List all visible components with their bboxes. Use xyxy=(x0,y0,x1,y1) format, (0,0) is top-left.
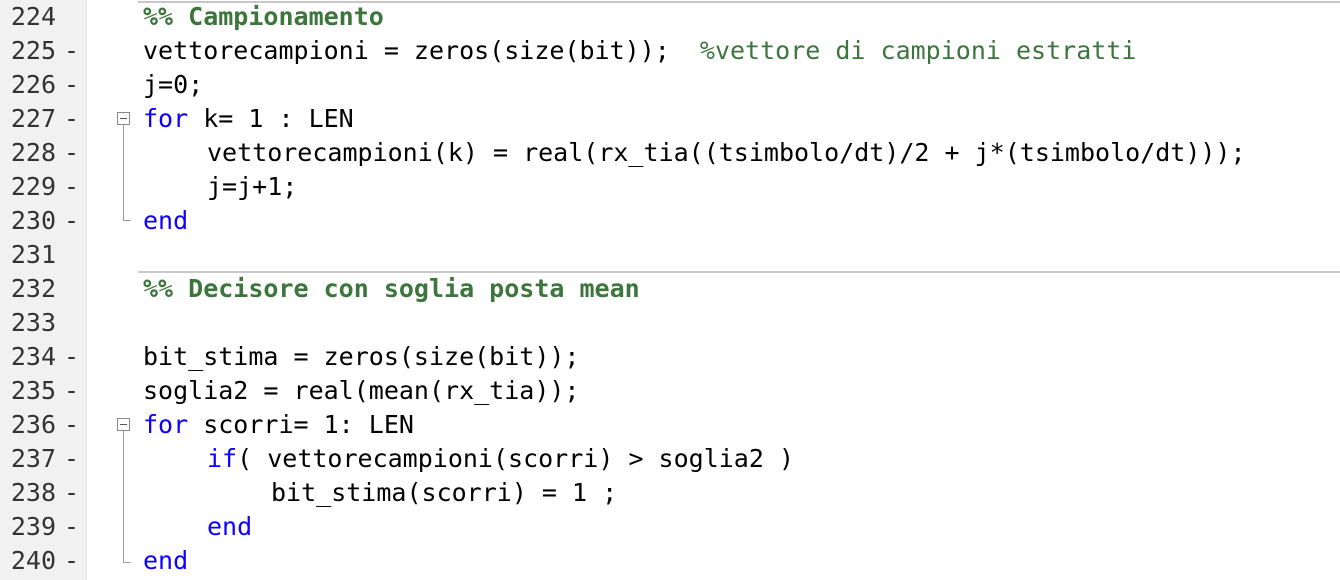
line-number: 235 xyxy=(10,376,56,405)
code-token: soglia2 = real(mean(rx_tia)); xyxy=(143,376,580,405)
code-token: ( vettorecampioni(scorri) > soglia2 ) xyxy=(237,444,795,473)
code-token: bit_stima = zeros(size(bit)); xyxy=(143,342,580,371)
code-text[interactable]: soglia2 = real(mean(rx_tia)); xyxy=(143,374,580,408)
section-title: %% Campionamento xyxy=(143,2,384,31)
code-line[interactable]: 240- end xyxy=(0,544,1340,578)
code-line[interactable]: 238- bit_stima(scorri) = 1 ; xyxy=(0,476,1340,510)
code-line[interactable]: 231 xyxy=(0,238,1340,272)
code-token: j=j+1; xyxy=(207,172,298,201)
breakpoint-marker[interactable]: - xyxy=(64,170,79,204)
line-number: 238 xyxy=(10,478,56,507)
code-text[interactable]: %% Campionamento xyxy=(143,0,384,34)
line-number: 233 xyxy=(10,308,56,337)
keyword-token: end xyxy=(143,206,189,235)
code-text[interactable]: bit_stima(scorri) = 1 ; xyxy=(271,476,617,510)
breakpoint-marker[interactable]: - xyxy=(64,510,79,544)
line-number: 230 xyxy=(10,206,56,235)
breakpoint-marker[interactable]: - xyxy=(64,374,79,408)
line-number: 236 xyxy=(10,410,56,439)
code-text[interactable]: vettorecampioni = zeros(size(bit)); %vet… xyxy=(143,34,1136,68)
breakpoint-marker[interactable]: - xyxy=(64,136,79,170)
code-line[interactable]: 237- if( vettorecampioni(scorri) > soglia… xyxy=(0,442,1340,476)
code-editor[interactable]: 224%% Campionamento 225- vettorecampioni =… xyxy=(0,0,1340,580)
code-text[interactable]: %% Decisore con soglia posta mean xyxy=(143,272,640,306)
comment-token: %vettore di campioni estratti xyxy=(699,36,1137,65)
code-text[interactable]: vettorecampioni(k) = real(rx_tia((tsimbo… xyxy=(207,136,1246,170)
line-number: 231 xyxy=(10,240,56,269)
line-number: 226 xyxy=(10,70,56,99)
breakpoint-marker[interactable]: - xyxy=(64,204,79,238)
code-text[interactable]: j=j+1; xyxy=(207,170,297,204)
breakpoint-marker[interactable]: - xyxy=(64,408,79,442)
line-number: 240 xyxy=(10,546,56,575)
line-number: 225 xyxy=(10,36,56,65)
breakpoint-marker[interactable]: - xyxy=(64,340,79,374)
code-line[interactable]: 239- end xyxy=(0,510,1340,544)
line-number: 234 xyxy=(10,342,56,371)
code-line[interactable]: 230- end xyxy=(0,204,1340,238)
code-line[interactable]: 226- j=0; xyxy=(0,68,1340,102)
keyword-token: end xyxy=(207,512,253,541)
code-line[interactable]: 228- vettorecampioni(k) = real(rx_tia((ts… xyxy=(0,136,1340,170)
code-text[interactable]: bit_stima = zeros(size(bit)); xyxy=(143,340,580,374)
line-number: 229 xyxy=(10,172,56,201)
line-number: 239 xyxy=(10,512,56,541)
code-text[interactable]: for scorri= 1: LEN xyxy=(143,408,414,442)
line-number: 232 xyxy=(10,274,56,303)
section-title: %% Decisore con soglia posta mean xyxy=(143,274,640,303)
code-line[interactable]: 224 %% Campionamento xyxy=(0,0,1340,34)
breakpoint-marker[interactable]: - xyxy=(64,476,79,510)
code-text[interactable]: for k= 1 : LEN xyxy=(143,102,354,136)
code-token: vettorecampioni(k) = real(rx_tia((tsimbo… xyxy=(207,138,1246,167)
breakpoint-marker[interactable]: - xyxy=(64,68,79,102)
keyword-token: for xyxy=(143,410,189,439)
breakpoint-marker[interactable]: - xyxy=(64,34,79,68)
code-text[interactable]: end xyxy=(143,544,188,578)
code-line[interactable]: 234- bit_stima = zeros(size(bit)); xyxy=(0,340,1340,374)
code-text[interactable]: j=0; xyxy=(143,68,203,102)
code-token: k= 1 : LEN xyxy=(188,104,354,133)
keyword-token: end xyxy=(143,546,189,575)
line-number: 228 xyxy=(10,138,56,167)
code-text[interactable]: end xyxy=(143,204,188,238)
line-number: 237 xyxy=(10,444,56,473)
code-token: bit_stima(scorri) = 1 ; xyxy=(271,478,618,507)
breakpoint-marker[interactable]: - xyxy=(64,102,79,136)
code-token: j=0; xyxy=(143,70,204,99)
code-line[interactable]: 236- for scorri= 1: LEN xyxy=(0,408,1340,442)
code-line[interactable]: 227- for k= 1 : LEN xyxy=(0,102,1340,136)
code-text[interactable]: if( vettorecampioni(scorri) > soglia2 ) xyxy=(207,442,794,476)
line-number: 224 xyxy=(10,2,56,31)
code-line[interactable]: 229- j=j+1; xyxy=(0,170,1340,204)
keyword-token: for xyxy=(143,104,189,133)
code-line[interactable]: 232 %% Decisore con soglia posta mean xyxy=(0,272,1340,306)
breakpoint-marker[interactable]: - xyxy=(64,442,79,476)
code-line[interactable]: 233 xyxy=(0,306,1340,340)
code-line[interactable]: 235- soglia2 = real(mean(rx_tia)); xyxy=(0,374,1340,408)
breakpoint-marker[interactable]: - xyxy=(64,544,79,578)
code-token: vettorecampioni = zeros(size(bit)); xyxy=(143,36,700,65)
code-text[interactable]: end xyxy=(207,510,252,544)
line-number: 227 xyxy=(10,104,56,133)
keyword-token: if xyxy=(207,444,238,473)
code-token: scorri= 1: LEN xyxy=(188,410,414,439)
code-line[interactable]: 225- vettorecampioni = zeros(size(bit)); … xyxy=(0,34,1340,68)
